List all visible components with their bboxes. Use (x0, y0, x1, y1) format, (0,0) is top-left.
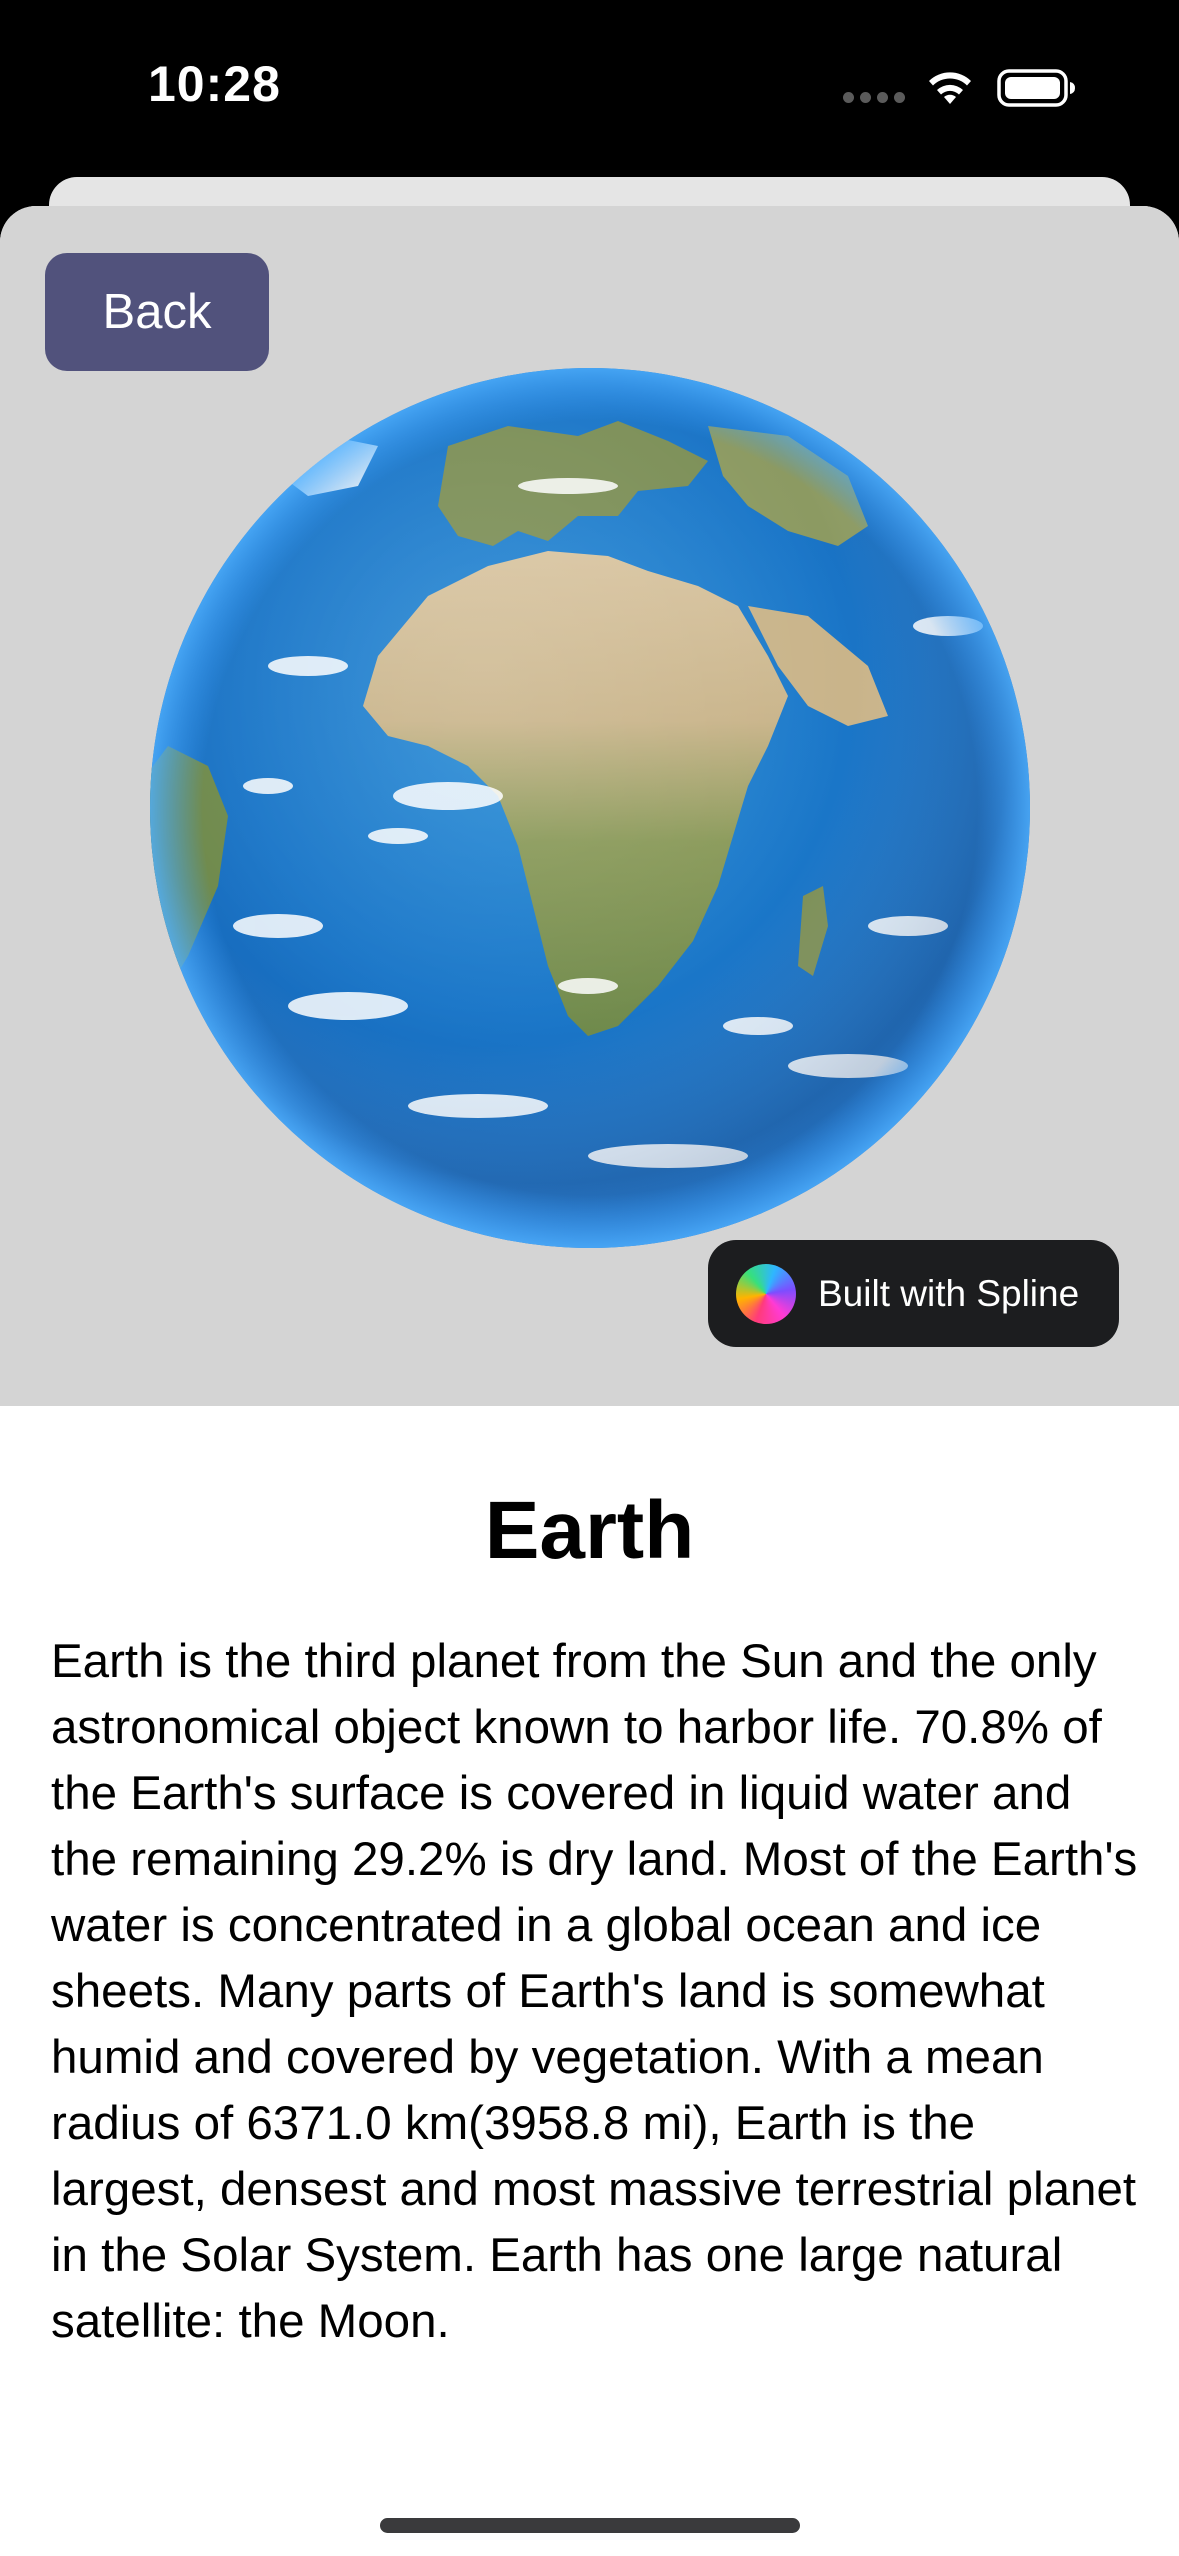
signal-dots-icon (843, 92, 907, 104)
home-indicator[interactable] (380, 2518, 800, 2533)
status-time: 10:28 (148, 56, 281, 112)
battery-icon (997, 69, 1075, 107)
spline-badge-label: Built with Spline (818, 1272, 1080, 1314)
wifi-icon (929, 72, 971, 104)
planet-detail-sheet: Back Built with Spline Earth Earth is th… (0, 206, 1179, 2556)
spline-logo-icon (736, 1263, 796, 1324)
back-button[interactable]: Back (45, 253, 269, 371)
earth-globe[interactable] (148, 366, 1032, 1250)
spline-3d-viewer[interactable]: Back Built with Spline (0, 206, 1179, 1406)
built-with-spline-badge[interactable]: Built with Spline (708, 1240, 1119, 1347)
status-bar: 10:28 (0, 0, 1179, 170)
planet-description: Earth is the third planet from the Sun a… (51, 1635, 1138, 2348)
app-screen: 10:28 Back Built with Spline Earth Earth… (0, 0, 1179, 2556)
planet-title: Earth (484, 1485, 695, 1576)
